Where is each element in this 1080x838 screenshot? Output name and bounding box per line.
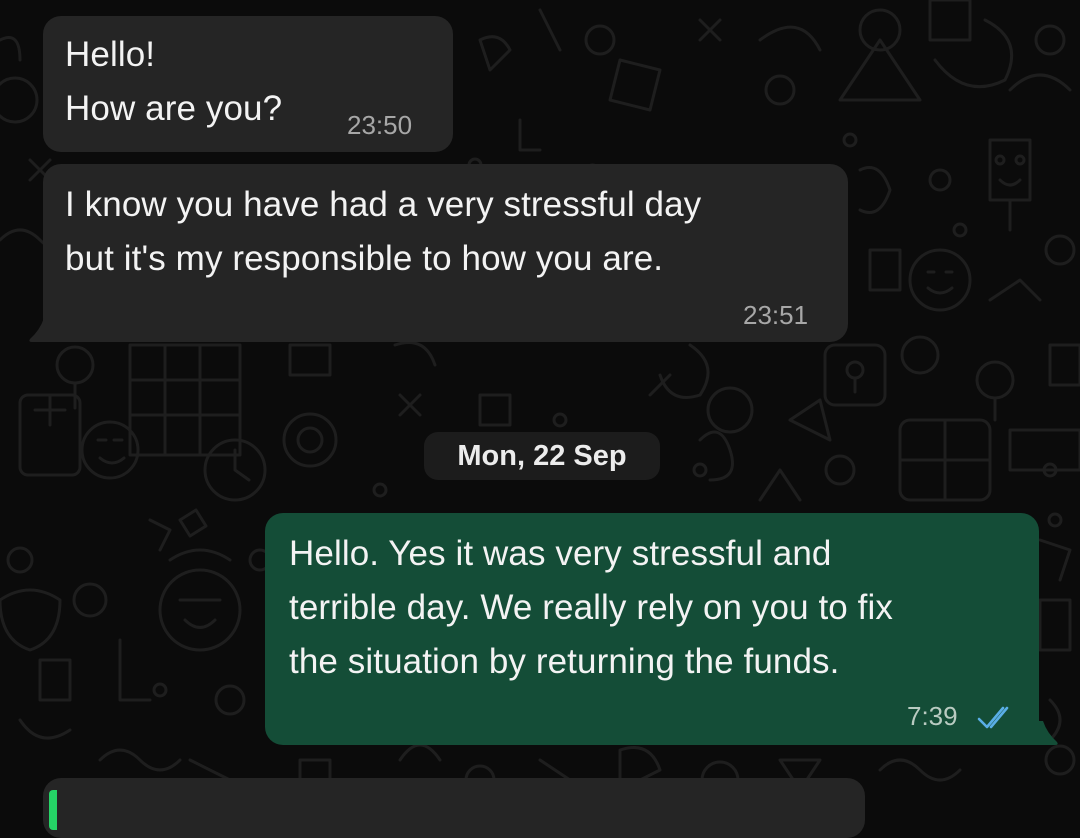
message-text: Hello! How are you?	[65, 35, 283, 128]
bubble-tail-incoming	[29, 318, 58, 342]
message-bubble-incoming[interactable]: I know you have had a very stressful day…	[43, 164, 848, 342]
message-text: I know you have had a very stressful day…	[65, 185, 702, 278]
message-timestamp: 23:50	[347, 110, 413, 140]
double-check-icon	[977, 706, 1009, 729]
message-bubble-incoming[interactable]: Hello! How are you? 23:50	[43, 16, 453, 152]
message-bubble-outgoing[interactable]: Hello. Yes it was very stressful and ter…	[265, 513, 1039, 745]
message-text: Hello. Yes it was very stressful and ter…	[289, 534, 893, 681]
date-separator-label: Mon, 22 Sep	[457, 440, 627, 472]
message-timestamp: 23:51	[743, 300, 809, 330]
message-bubble-incoming-partial[interactable]	[43, 778, 865, 838]
bubble-tail-outgoing	[1035, 721, 1058, 745]
date-separator: Mon, 22 Sep	[424, 432, 660, 480]
reply-quote-accent	[49, 790, 57, 830]
message-timestamp: 7:39	[907, 701, 958, 731]
